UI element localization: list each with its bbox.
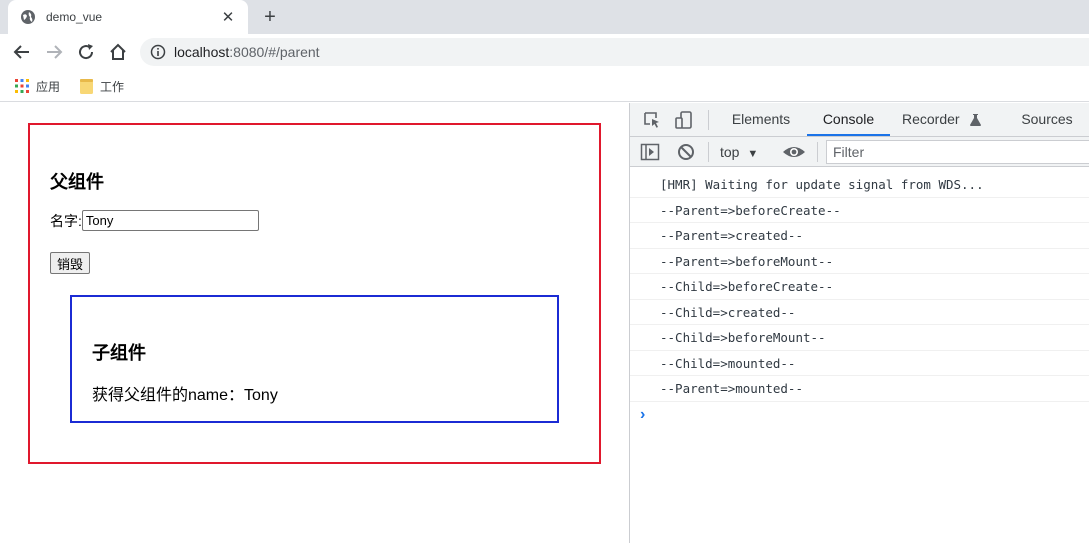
tab-sources[interactable]: Sources: [1015, 103, 1079, 136]
child-name-text: 获得父组件的name：Tony: [92, 387, 278, 404]
browser-toolbar: localhost:8080/#/parent: [0, 34, 1089, 70]
context-label: top: [720, 144, 740, 160]
apps-grid-icon: [15, 79, 29, 93]
console-log-line: --Parent=>created--: [630, 223, 1089, 249]
console-log-line: --Parent=>mounted--: [630, 376, 1089, 402]
folder-icon: [80, 78, 93, 94]
reload-icon: [79, 44, 94, 60]
destroy-button[interactable]: 销毁: [50, 252, 91, 274]
caret-down-icon: ▼: [747, 148, 759, 160]
context-selector[interactable]: top ▼: [720, 142, 758, 162]
show-sidebar-icon[interactable]: [640, 142, 660, 162]
name-row: 名字:: [50, 210, 259, 231]
close-tab-icon[interactable]: ✕: [220, 8, 236, 26]
bookmark-label: 工作: [100, 79, 125, 94]
console-output: [HMR] Waiting for update signal from WDS…: [630, 172, 1089, 428]
console-prompt[interactable]: ›: [630, 402, 1089, 428]
tab-elements[interactable]: Elements: [725, 103, 797, 136]
reload-button[interactable]: [74, 40, 98, 64]
console-log-line: --Parent=>beforeMount--: [630, 249, 1089, 274]
console-log-line: --Child=>mounted--: [630, 351, 1089, 376]
bookmark-work-folder[interactable]: 工作: [80, 76, 124, 96]
forward-button[interactable]: [42, 40, 66, 64]
toolbar-separator: [708, 110, 709, 130]
back-button[interactable]: [10, 40, 34, 64]
console-log-line: --Child=>created--: [630, 300, 1089, 325]
bookmarks-bar: 应用 工作: [0, 70, 1089, 102]
name-input[interactable]: [81, 210, 259, 231]
filter-input[interactable]: [826, 140, 1089, 164]
devtools-tabbar: Elements Console Recorder Sources: [630, 103, 1089, 137]
tab-title: demo_vue: [46, 10, 103, 24]
console-log-line: --Parent=>beforeCreate--: [630, 198, 1089, 223]
arrow-right-icon: [47, 45, 63, 59]
prompt-chevron-icon: ›: [640, 405, 646, 423]
browser-tab[interactable]: demo_vue ✕: [8, 0, 248, 34]
tab-console[interactable]: Console: [807, 103, 890, 136]
page-viewport: 父组件 名字: 销毁 子组件 获得父组件的name：Tony: [0, 103, 629, 543]
devtools-panel: Elements Console Recorder Sources top ▼: [629, 103, 1089, 543]
console-log-line: --Child=>beforeMount--: [630, 325, 1089, 351]
inspect-element-icon[interactable]: [642, 110, 662, 130]
parent-title: 父组件: [50, 172, 104, 192]
arrow-left-icon: [13, 45, 29, 59]
name-label: 名字:: [50, 212, 82, 229]
address-bar[interactable]: localhost:8080/#/parent: [140, 38, 1089, 66]
globe-icon: [21, 10, 35, 24]
parent-component: 父组件 名字: 销毁 子组件 获得父组件的name：Tony: [28, 123, 601, 464]
tab-strip: demo_vue ✕ +: [0, 0, 1089, 34]
bookmark-label: 应用: [36, 79, 61, 94]
tab-recorder[interactable]: Recorder: [902, 103, 966, 136]
bookmark-apps[interactable]: 应用: [15, 76, 60, 96]
console-log-line: --Child=>beforeCreate--: [630, 274, 1089, 300]
child-title: 子组件: [92, 343, 146, 363]
url-path: :8080/#/parent: [229, 44, 320, 60]
clear-console-icon[interactable]: [676, 142, 696, 162]
console-log-line: [HMR] Waiting for update signal from WDS…: [630, 172, 1089, 198]
toolbar-separator: [708, 142, 709, 162]
toolbar-separator: [817, 142, 818, 162]
new-tab-button[interactable]: +: [258, 5, 282, 29]
tab-recorder-label: Recorder: [902, 111, 960, 127]
home-button[interactable]: [106, 40, 130, 64]
url-host: localhost: [174, 44, 230, 60]
device-toolbar-icon[interactable]: [674, 110, 694, 130]
eye-icon[interactable]: [782, 142, 806, 162]
console-toolbar: top ▼: [630, 137, 1089, 167]
home-icon: [110, 43, 126, 60]
info-icon[interactable]: [150, 44, 166, 60]
flask-icon: [970, 114, 981, 126]
child-component: 子组件 获得父组件的name：Tony: [70, 295, 559, 423]
